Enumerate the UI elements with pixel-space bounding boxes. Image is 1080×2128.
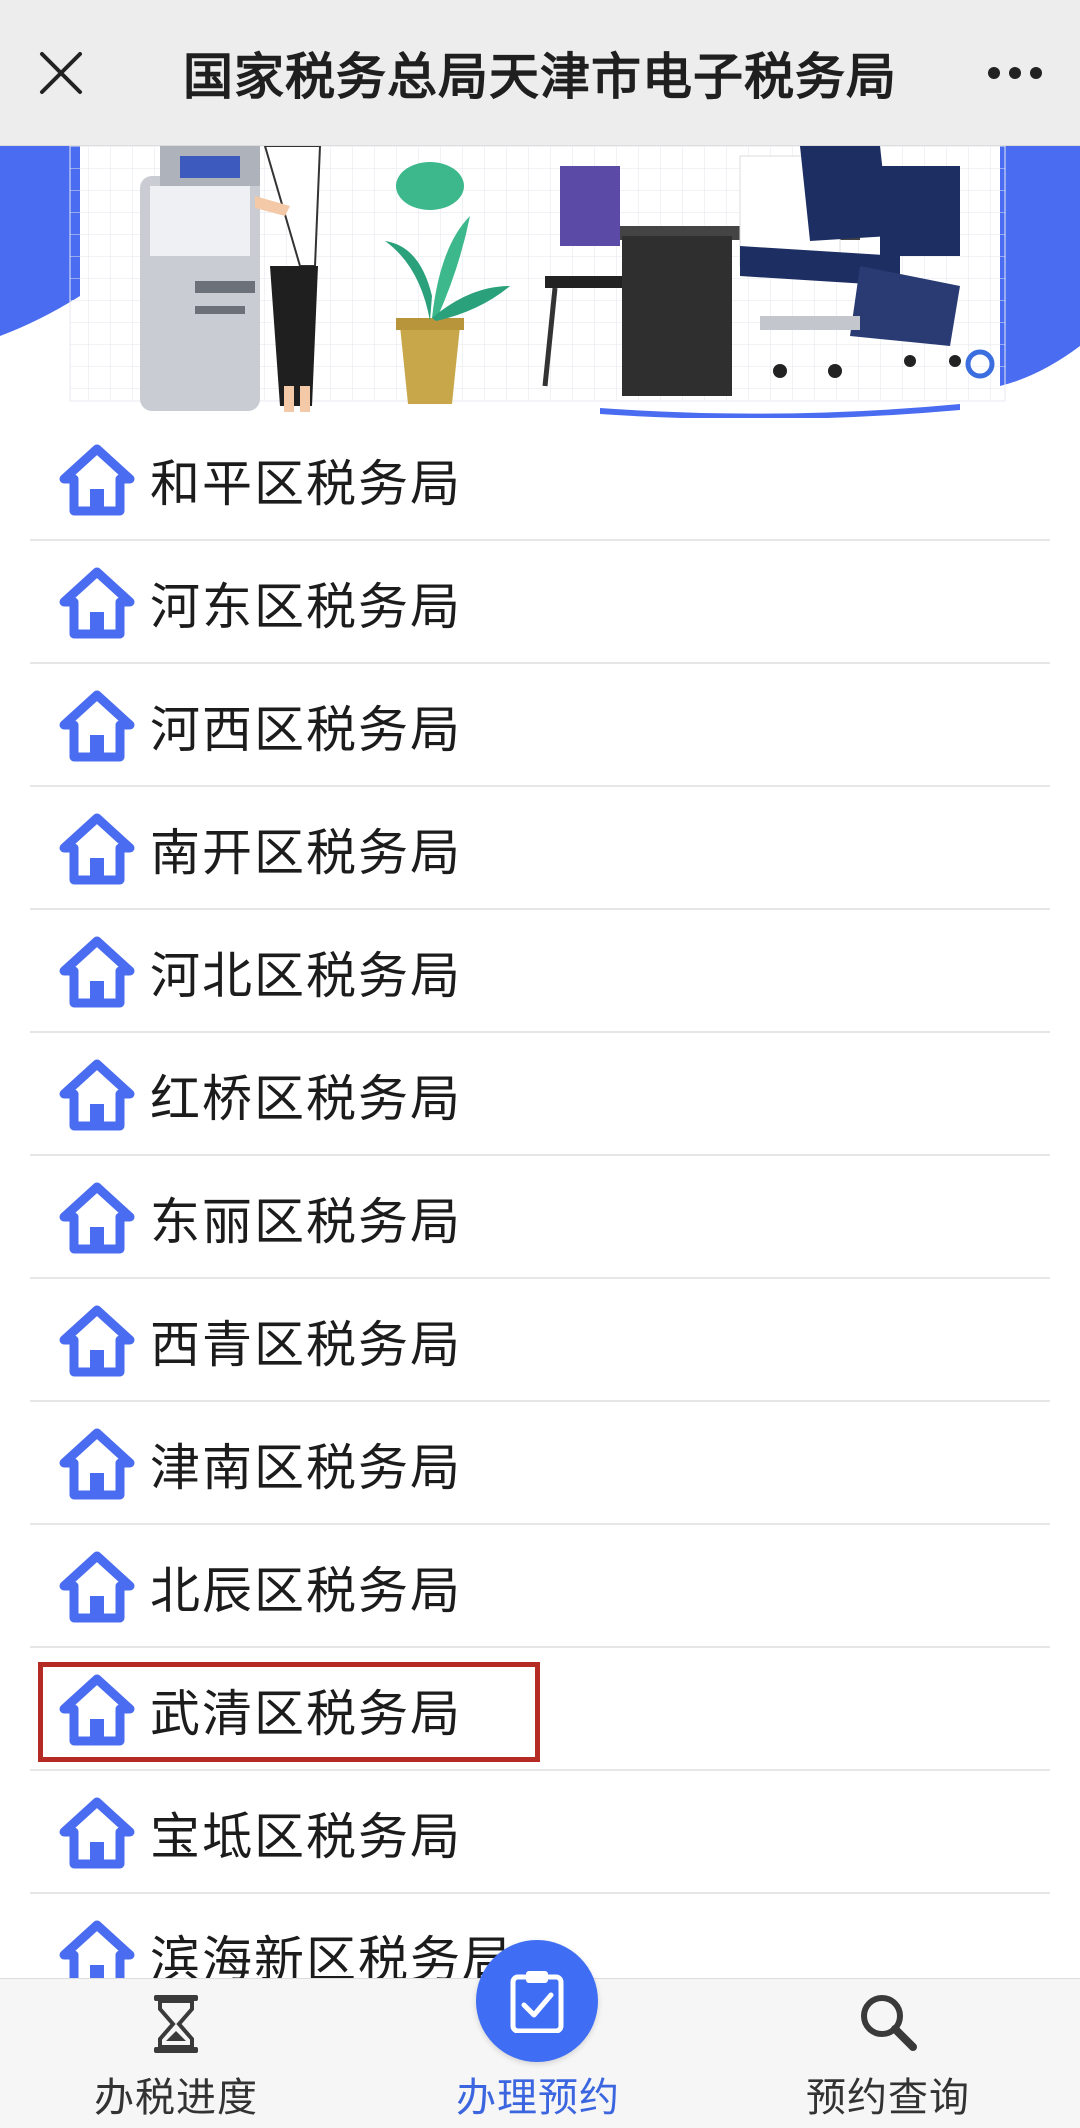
home-icon <box>59 1674 135 1745</box>
home-icon <box>59 1551 135 1622</box>
list-item[interactable]: 宝坻区税务局 <box>0 1771 1080 1894</box>
appointment-fab[interactable] <box>476 1940 598 2062</box>
more-dots-icon <box>988 67 1042 79</box>
office-label: 河北区税务局 <box>150 946 462 1005</box>
close-button[interactable] <box>30 42 92 104</box>
close-icon <box>40 52 82 94</box>
tab-query[interactable]: 预约查询 <box>738 1979 1038 2128</box>
more-button[interactable] <box>980 42 1050 104</box>
office-label: 红桥区税务局 <box>150 1069 462 1128</box>
office-label: 和平区税务局 <box>150 454 462 513</box>
tab-progress-label: 办税进度 <box>94 2075 258 2121</box>
title-bar: 国家税务总局天津市电子税务局 <box>0 0 1080 146</box>
list-item[interactable]: 河东区税务局 <box>0 541 1080 664</box>
office-list: 和平区税务局 河东区税务局 河西区税务局 南开区税务局 河北区税务局 红桥区税务… <box>0 418 1080 2017</box>
tab-appointment-label: 办理预约 <box>456 2075 620 2121</box>
home-icon <box>59 1059 135 1130</box>
list-item-selected[interactable]: 武清区税务局 <box>0 1648 1080 1771</box>
office-label: 宝坻区税务局 <box>150 1807 462 1866</box>
home-icon <box>59 1305 135 1376</box>
home-icon <box>59 813 135 884</box>
office-label: 武清区税务局 <box>150 1684 462 1743</box>
home-icon <box>59 444 135 515</box>
office-label: 西青区税务局 <box>150 1315 462 1374</box>
office-label: 东丽区税务局 <box>150 1192 462 1251</box>
office-label: 北辰区税务局 <box>150 1561 462 1620</box>
list-item[interactable]: 河北区税务局 <box>0 910 1080 1033</box>
list-item[interactable]: 和平区税务局 <box>0 418 1080 541</box>
tax-office-illustration <box>0 146 1080 418</box>
list-item[interactable]: 河西区税务局 <box>0 664 1080 787</box>
office-label: 河西区税务局 <box>150 700 462 759</box>
home-icon <box>59 1428 135 1499</box>
list-item[interactable]: 东丽区税务局 <box>0 1156 1080 1279</box>
home-icon <box>59 690 135 761</box>
tab-query-label: 预约查询 <box>806 2075 970 2121</box>
home-icon <box>59 1797 135 1868</box>
list-item[interactable]: 津南区税务局 <box>0 1402 1080 1525</box>
home-icon <box>59 936 135 1007</box>
office-label: 津南区税务局 <box>150 1438 462 1497</box>
list-item[interactable]: 南开区税务局 <box>0 787 1080 910</box>
clipboard-check-icon <box>510 1971 564 2033</box>
office-label: 南开区税务局 <box>150 823 462 882</box>
home-icon <box>59 567 135 638</box>
office-label: 河东区税务局 <box>150 577 462 636</box>
home-icon <box>59 1182 135 1253</box>
search-icon <box>861 1995 917 2051</box>
list-item[interactable]: 红桥区税务局 <box>0 1033 1080 1156</box>
hourglass-icon <box>154 1995 198 2053</box>
list-item[interactable]: 西青区税务局 <box>0 1279 1080 1402</box>
tab-progress[interactable]: 办税进度 <box>26 1979 326 2128</box>
banner <box>0 146 1080 418</box>
list-item[interactable]: 北辰区税务局 <box>0 1525 1080 1648</box>
page-title: 国家税务总局天津市电子税务局 <box>183 47 897 106</box>
